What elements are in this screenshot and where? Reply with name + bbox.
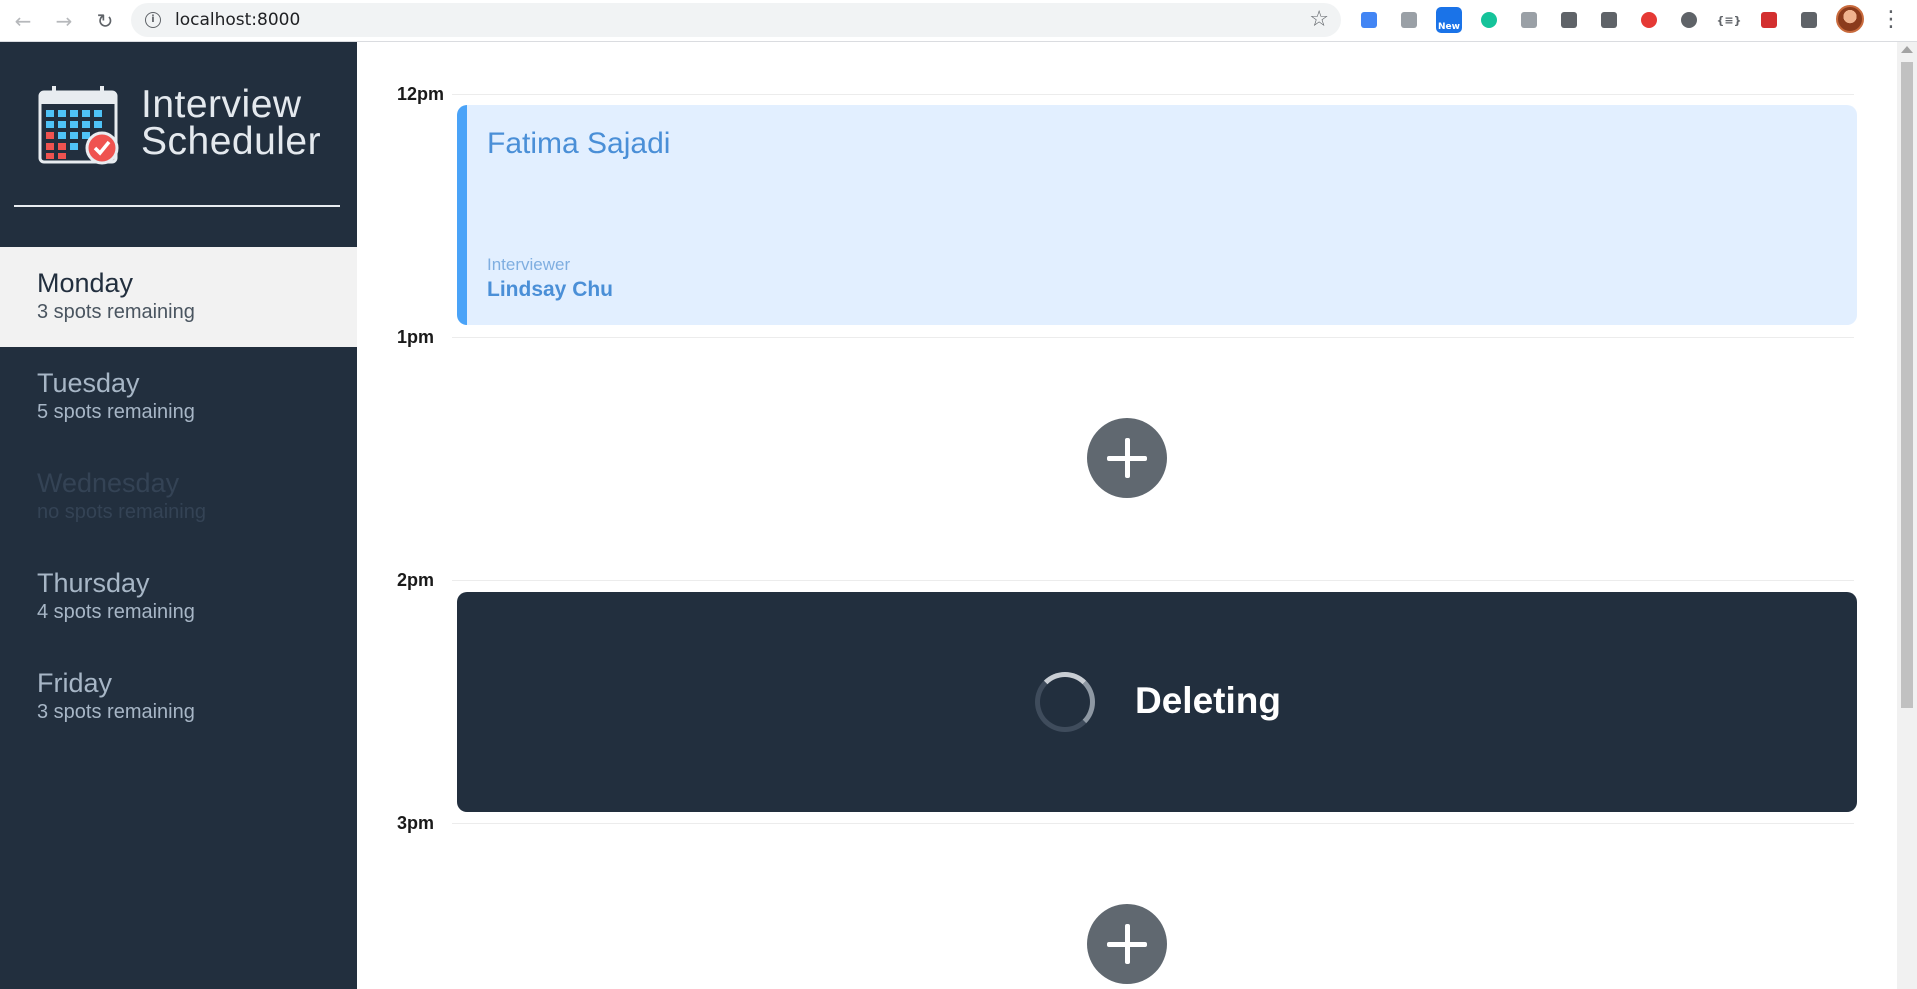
calendar-logo-icon <box>38 86 119 165</box>
day-spots: 4 spots remaining <box>37 601 195 623</box>
interviewer-label: Interviewer <box>487 255 571 274</box>
time-label: 3pm <box>397 813 435 833</box>
add-appointment-button[interactable] <box>1087 904 1167 984</box>
time-divider <box>452 580 1854 581</box>
appointment-booked[interactable]: Fatima Sajadi Interviewer Lindsay Chu <box>457 105 1857 325</box>
browser-menu-icon[interactable]: ⋮ <box>1880 6 1902 34</box>
time-divider <box>452 823 1854 824</box>
day-item-friday[interactable]: Friday 3 spots remaining <box>0 647 357 747</box>
day-list: Monday 3 spots remaining Tuesday 5 spots… <box>0 247 357 747</box>
time-slot-header: 1pm <box>357 327 1857 347</box>
circle-icon[interactable] <box>1676 7 1702 33</box>
new-badge-icon[interactable]: New <box>1436 7 1462 33</box>
time-label: 1pm <box>397 327 435 347</box>
scroll-up-arrow-icon[interactable] <box>1901 46 1913 53</box>
grammarly-icon[interactable] <box>1476 7 1502 33</box>
bookmark-star-icon[interactable]: ☆ <box>1309 7 1329 32</box>
sidebar: Interview Scheduler Monday 3 spots remai… <box>0 42 357 989</box>
record-icon[interactable] <box>1636 7 1662 33</box>
schedule: 12pm Fatima Sajadi Interviewer Lindsay C… <box>357 42 1897 989</box>
google-translate-icon[interactable] <box>1356 7 1382 33</box>
page-scrollbar[interactable] <box>1897 42 1917 989</box>
scrollbar-thumb[interactable] <box>1901 62 1913 708</box>
zoom-icon[interactable] <box>1596 7 1622 33</box>
appointment-deleting: Deleting <box>457 592 1857 812</box>
site-info-icon[interactable]: i <box>145 12 161 28</box>
day-item-thursday[interactable]: Thursday 4 spots remaining <box>0 547 357 647</box>
time-slot-header: 12pm <box>357 84 1857 104</box>
url-text[interactable]: localhost:8000 <box>175 10 300 30</box>
time-label: 12pm <box>397 84 445 104</box>
time-slot-header: 2pm <box>357 570 1857 590</box>
status-text: Deleting <box>1135 680 1281 721</box>
forward-arrow-icon[interactable]: → <box>49 6 79 36</box>
back-arrow-icon[interactable]: ← <box>8 6 38 36</box>
day-spots: 3 spots remaining <box>37 301 195 323</box>
browser-toolbar: ← → ↻ i localhost:8000 ☆ New {≡} ⋮ <box>0 0 1917 42</box>
day-spots: 5 spots remaining <box>37 401 195 423</box>
time-slot-header: 3pm <box>357 813 1857 833</box>
time-label: 2pm <box>397 570 435 590</box>
day-name: Monday <box>37 268 134 298</box>
reload-icon[interactable]: ↻ <box>90 6 120 36</box>
day-name: Thursday <box>37 568 150 598</box>
time-divider <box>452 94 1854 95</box>
day-spots: no spots remaining <box>37 501 206 523</box>
day-item-wednesday[interactable]: Wednesday no spots remaining <box>0 447 357 547</box>
app-title-line2: Scheduler <box>141 120 322 163</box>
sidebar-divider <box>14 205 340 207</box>
app-title-line1: Interview <box>141 83 302 126</box>
day-name: Wednesday <box>37 468 180 498</box>
json-icon[interactable]: {≡} <box>1716 7 1742 33</box>
interviewer-name: Lindsay Chu <box>487 278 614 301</box>
day-spots: 3 spots remaining <box>37 701 195 723</box>
time-divider <box>452 337 1854 338</box>
profile-avatar[interactable] <box>1836 5 1864 33</box>
day-item-tuesday[interactable]: Tuesday 5 spots remaining <box>0 347 357 447</box>
address-bar[interactable]: i localhost:8000 ☆ <box>131 3 1341 37</box>
app-title: Interview Scheduler <box>141 83 322 163</box>
puzzle-icon[interactable] <box>1796 7 1822 33</box>
add-appointment-button[interactable] <box>1087 418 1167 498</box>
loading-spinner-icon <box>1035 672 1095 732</box>
red-extension-icon[interactable] <box>1756 7 1782 33</box>
student-name: Fatima Sajadi <box>487 127 671 160</box>
honey-icon[interactable] <box>1396 7 1422 33</box>
day-name: Friday <box>37 668 113 698</box>
camera-icon[interactable] <box>1516 7 1542 33</box>
day-item-monday[interactable]: Monday 3 spots remaining <box>0 247 357 347</box>
day-name: Tuesday <box>37 368 140 398</box>
eyedropper-icon[interactable] <box>1556 7 1582 33</box>
